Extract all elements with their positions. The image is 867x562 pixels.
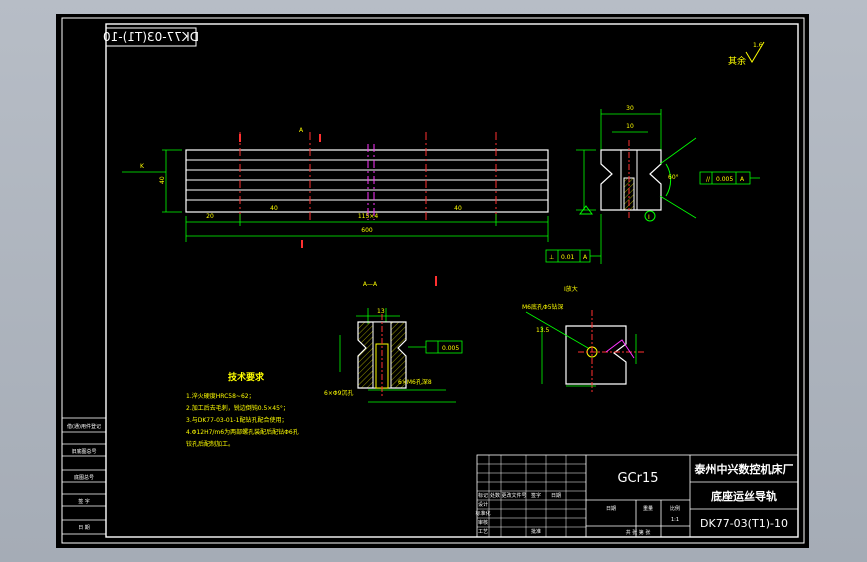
tb-role-3: 审核 (478, 519, 488, 526)
section-hole-b: 6×Φ9沉孔 (324, 389, 353, 397)
tb-role-1: 设计 (478, 501, 488, 508)
flatness-value: 0.005 (716, 176, 733, 183)
tech-item-2: 2.加工后去毛刺，锐边倒钝0.5×45°； (186, 404, 289, 412)
strip-row-1: 借(通)用件登记 (67, 423, 101, 430)
outer-frame (61, 17, 805, 544)
dim-right-a: 40 (454, 205, 462, 212)
flatness-symbol: // (706, 176, 711, 183)
dim-left-b: 20 (206, 213, 214, 220)
section-hole-a: 6×M6孔深8 (398, 378, 432, 386)
mirrored-code: DK77-03(T1)-10 (103, 30, 199, 44)
parallel-value: 0.01 (561, 254, 575, 261)
mirrored-code-box: DK77-03(T1)-10 (103, 27, 199, 47)
dim-height: 40 (159, 176, 166, 184)
strip-row-9: 日 期 (78, 525, 90, 531)
drawing-canvas: DK77-03(T1)-10 其余 1.6 A 600 115×4 40 20 … (61, 17, 805, 544)
side-view: 30 10 60° // 0.005 A I ⊥ 0.01 A (545, 105, 760, 264)
left-strip: 借(通)用件登记 旧底图总号 底图总号 签 字 日 期 (61, 417, 107, 535)
roughness-symbol: 其余 1.6 (728, 41, 765, 67)
section-tol: 0.005 (442, 345, 459, 352)
detail-note: M6底孔Φ5钻深 (522, 303, 564, 311)
section-marker: A (299, 127, 304, 134)
section-view: A—A 13 0.005 6×M6孔深8 6×Φ9沉孔 (324, 276, 463, 403)
material: GCr15 (617, 471, 658, 486)
company: 泰州中兴数控机床厂 (694, 462, 794, 476)
strip-row-5: 底图总号 (74, 474, 94, 481)
tech-item-4: 4.Φ12H7/m6为两部螺孔装配后配钻Φ6孔 (186, 428, 299, 436)
svg-text:I: I (648, 214, 650, 221)
tb-weight-label: 重量 (643, 505, 653, 512)
drawing-number: DK77-03(T1)-10 (700, 517, 788, 530)
detail-dim: 13.5 (536, 327, 550, 334)
title-block: 标记 处数 更改文件号 签字 日期 设计 标准化 审核 工艺 批准 GCr15 … (475, 454, 799, 538)
tb-head-2: 处数 (490, 492, 500, 499)
tech-item-3: 3.与DK77-03-01-1配钻孔配合使用； (186, 416, 288, 424)
strip-row-3: 旧底图总号 (71, 448, 96, 455)
view-label: I放大 (564, 285, 578, 293)
tb-scale-label: 比例 (670, 505, 680, 512)
tb-scale: 1:1 (671, 517, 679, 523)
tb-head-4: 签字 (531, 492, 541, 499)
dim-left-marker: K (140, 163, 145, 170)
dim-spacing: 115×4 (358, 213, 378, 220)
cad-viewport[interactable]: DK77-03(T1)-10 其余 1.6 A 600 115×4 40 20 … (56, 14, 809, 548)
tb-head-1: 标记 (478, 492, 488, 499)
section-dim-a: 13 (377, 308, 385, 315)
part-name: 底座运丝导轨 (711, 489, 777, 503)
section-label: A—A (363, 281, 378, 288)
tb-head-3: 更改文件号 (501, 492, 526, 499)
dim-left-a: 40 (270, 205, 278, 212)
tb-role-5: 批准 (531, 528, 541, 535)
inner-frame (105, 23, 799, 538)
dim-side-inner: 10 (626, 123, 634, 130)
tb-role-4: 工艺 (478, 529, 488, 535)
tech-item-1: 1.淬火硬度HRC58~62； (186, 392, 255, 400)
svg-text:⊥: ⊥ (549, 254, 554, 261)
parallel-ref: A (583, 254, 588, 261)
dim-total: 600 (361, 227, 373, 234)
tb-role-2: 标准化 (475, 510, 490, 517)
svg-text:A: A (740, 176, 745, 183)
tech-title: 技术要求 (228, 371, 265, 383)
main-view: A 600 115×4 40 20 40 40 K (122, 127, 549, 248)
tech-requirements: 技术要求 1.淬火硬度HRC58~62； 2.加工后去毛刺，锐边倒钝0.5×45… (186, 371, 299, 448)
dim-side-width: 30 (626, 105, 634, 112)
tech-item-5: 铰孔后配制加工。 (186, 440, 234, 448)
roughness-value: 1.6 (753, 42, 763, 49)
strip-row-7: 签 字 (78, 498, 90, 505)
tb-sheet: 共 张 第 张 (626, 529, 651, 536)
detail-view: I放大 M6底孔Φ5钻深 13.5 (522, 285, 646, 394)
dim-angle: 60° (668, 174, 679, 181)
tb-date-label: 日期 (606, 506, 616, 512)
tb-head-5: 日期 (551, 493, 561, 499)
roughness-note: 其余 (728, 55, 746, 67)
